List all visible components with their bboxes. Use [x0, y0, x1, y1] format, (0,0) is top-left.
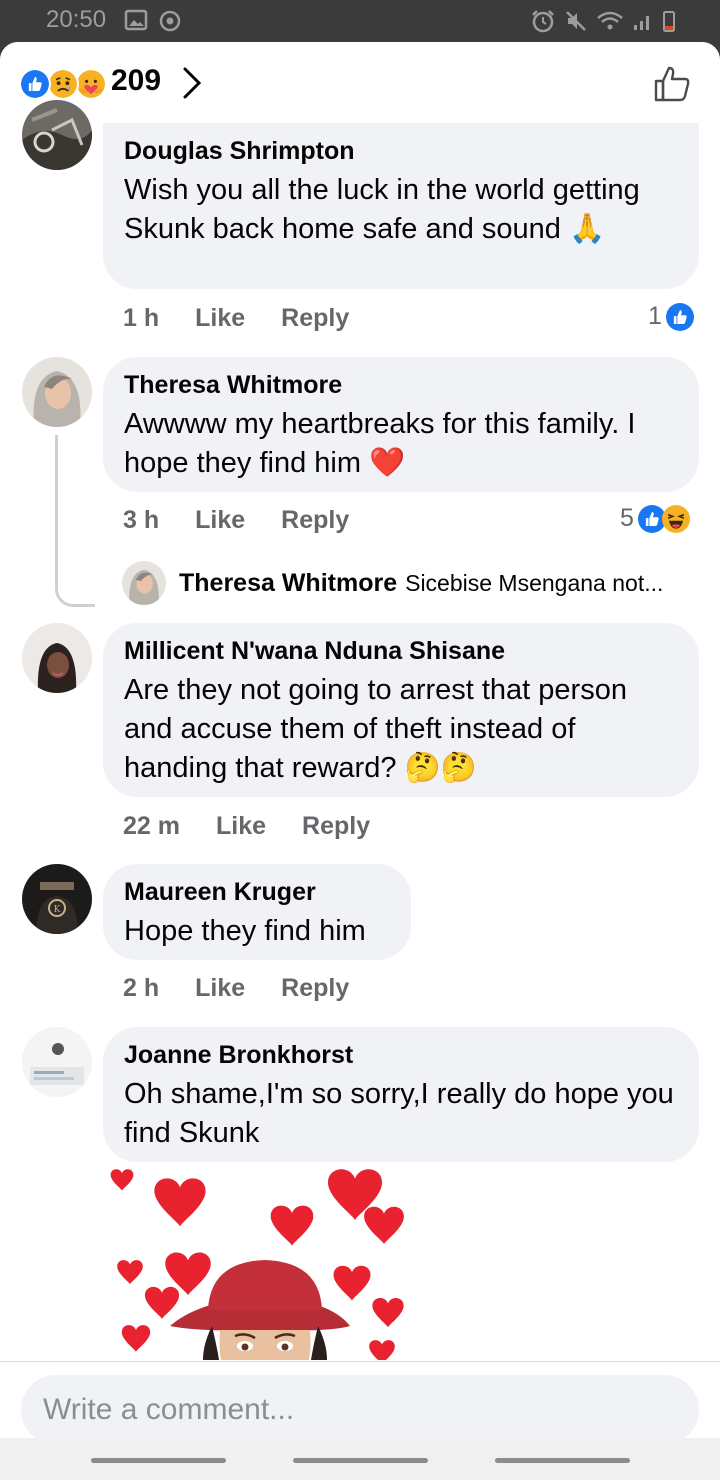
reply-button[interactable]: Reply [281, 304, 349, 333]
comment-text-body: Are they not going to arrest that person… [124, 674, 627, 784]
wifi-icon [597, 11, 623, 30]
comment-input[interactable] [21, 1375, 699, 1445]
comment-emoji: 🤔🤔 [404, 752, 477, 784]
reply-text: Sicebise Msengana not... [405, 569, 664, 596]
comment-reaction-count: 1 [648, 302, 662, 330]
comment-bubble[interactable]: Millicent N'wana Nduna Shisane Are they … [103, 623, 699, 797]
avatar[interactable] [22, 623, 92, 693]
reply-button[interactable]: Reply [302, 812, 370, 841]
alarm-icon [532, 10, 554, 33]
avatar[interactable] [22, 1027, 92, 1097]
home-button[interactable] [293, 1458, 428, 1463]
comment-timestamp[interactable]: 22 m [123, 812, 180, 841]
haha-reaction-icon [661, 504, 690, 533]
avatar-sticker[interactable] [100, 1160, 430, 1360]
avatar[interactable] [22, 357, 92, 427]
comment-text: Wish you all the luck in the world getti… [124, 171, 679, 249]
comment-author[interactable]: Joanne Bronkhorst [124, 1040, 679, 1070]
comment-reactions[interactable]: 5 [620, 504, 690, 533]
comment-reactions[interactable]: 1 [648, 302, 694, 331]
reply-author[interactable]: Theresa Whitmore [179, 569, 397, 598]
svg-text:K: K [54, 905, 61, 915]
comment-text-body: Wish you all the luck in the world getti… [124, 174, 640, 245]
comment-text: Oh shame,I'm so sorry,I really do hope y… [124, 1075, 679, 1153]
reply-preview[interactable]: Theresa Whitmore Sicebise Msengana not..… [122, 561, 663, 605]
comment-timestamp[interactable]: 1 h [123, 304, 159, 333]
comment-bubble[interactable]: Joanne Bronkhorst Oh shame,I'm so sorry,… [103, 1027, 699, 1162]
comment-emoji: 🙏 [568, 213, 606, 245]
back-button[interactable] [495, 1458, 630, 1463]
comment-bubble[interactable]: Douglas Shrimpton Wish you all the luck … [103, 123, 699, 289]
status-bar: 20:50 [0, 0, 720, 44]
reaction-count[interactable]: 209 [111, 64, 161, 98]
care-reaction-icon [75, 68, 107, 100]
system-navigation-bar [0, 1438, 720, 1480]
like-button[interactable]: Like [195, 506, 245, 535]
battery-low-icon [663, 11, 675, 32]
avatar[interactable] [122, 561, 166, 605]
comment-author[interactable]: Douglas Shrimpton [124, 136, 679, 166]
signal-icon [634, 16, 649, 30]
comment-text-body: Oh shame,I'm so sorry,I really do hope y… [124, 1078, 674, 1149]
comment-text-body: Hope they find him [124, 915, 366, 947]
comment-bubble[interactable]: Theresa Whitmore Awwww my heartbreaks fo… [103, 357, 699, 492]
comment-reaction-count: 5 [620, 504, 634, 532]
comment-bubble[interactable]: Maureen Kruger Hope they find him [103, 864, 411, 960]
comment-timestamp[interactable]: 3 h [123, 506, 159, 535]
comment-text: Hope they find him [124, 912, 391, 951]
comment-timestamp[interactable]: 2 h [123, 974, 159, 1003]
like-button[interactable]: Like [216, 812, 266, 841]
reply-button[interactable]: Reply [281, 506, 349, 535]
like-reaction-icon [19, 68, 51, 100]
comment-text: Are they not going to arrest that person… [124, 671, 679, 788]
comment-actions: 3 h Like Reply [123, 506, 385, 535]
reply-button[interactable]: Reply [281, 974, 349, 1003]
thumbs-up-outline-icon[interactable] [652, 64, 692, 104]
like-button[interactable]: Like [195, 304, 245, 333]
comment-author[interactable]: Theresa Whitmore [124, 370, 679, 400]
status-time: 20:50 [46, 6, 107, 33]
comment-author[interactable]: Maureen Kruger [124, 877, 391, 907]
status-notification-icons [124, 9, 182, 33]
comment-emoji: ❤️ [369, 447, 406, 479]
reaction-summary[interactable] [19, 68, 111, 100]
comments-sheet: 209 Douglas Shrimpton Wish you all the l… [0, 42, 720, 1480]
sad-reaction-icon [47, 68, 79, 100]
reactions-header: 209 [0, 42, 720, 126]
recent-apps-button[interactable] [91, 1458, 226, 1463]
thread-line [55, 435, 95, 607]
comment-actions: 1 h Like Reply [123, 304, 385, 333]
like-button[interactable]: Like [195, 974, 245, 1003]
avatar[interactable] [22, 100, 92, 170]
comment-actions: 2 h Like Reply [123, 974, 385, 1003]
gallery-icon [124, 9, 148, 31]
avatar[interactable]: K [22, 864, 92, 934]
chevron-right-icon[interactable] [180, 66, 204, 100]
comment-author[interactable]: Millicent N'wana Nduna Shisane [124, 636, 679, 666]
comment-actions: 22 m Like Reply [123, 812, 406, 841]
status-system-icons [530, 9, 676, 33]
sync-icon [159, 10, 181, 32]
like-reaction-icon [665, 302, 694, 331]
mute-icon [566, 11, 586, 31]
comment-text: Awwww my heartbreaks for this family. I … [124, 405, 679, 483]
